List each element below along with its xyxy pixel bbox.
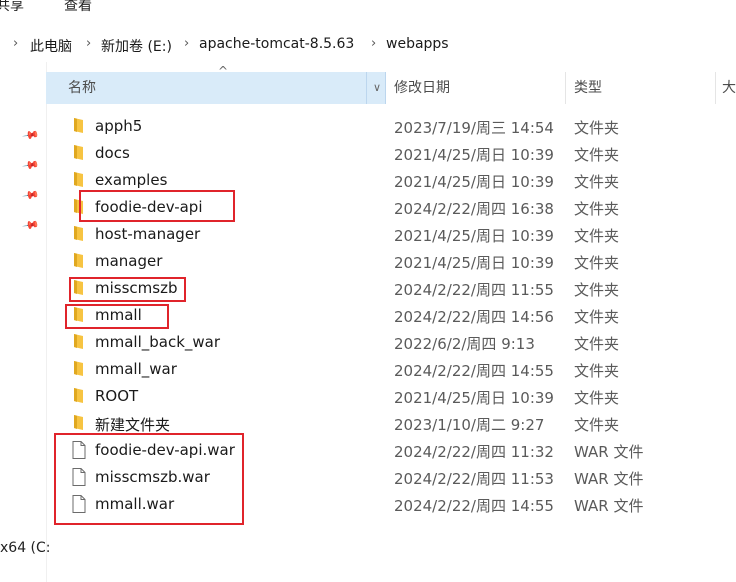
breadcrumb-tomcat[interactable]: apache-tomcat-8.5.63 <box>199 36 354 52</box>
chevron-right-icon[interactable]: › <box>86 36 91 51</box>
chevron-right-icon[interactable]: › <box>371 36 376 51</box>
file-name: manager <box>95 252 163 270</box>
folder-icon <box>72 252 86 270</box>
file-name: ROOT <box>95 387 139 405</box>
file-date: 2022/6/2/周四 9:13 <box>394 335 535 353</box>
file-date: 2021/4/25/周日 10:39 <box>394 173 554 191</box>
column-type[interactable]: 类型 <box>566 72 716 104</box>
pin-icon[interactable]: 📌 <box>22 126 41 145</box>
column-name-label: 名称 <box>68 80 96 96</box>
breadcrumb-webapps[interactable]: webapps <box>386 36 449 52</box>
navigation-pane: 📌 📌 📌 📌 <box>0 62 47 582</box>
file-name: docs <box>95 144 130 162</box>
nav-item-drive-c[interactable]: x64 (C: <box>0 540 51 556</box>
chevron-down-icon[interactable]: ∨ <box>366 72 387 104</box>
breadcrumb: › 此电脑 › 新加卷 (E:) › apache-tomcat-8.5.63 … <box>0 28 736 62</box>
ribbon-tabs: 共享 查看 <box>0 0 736 16</box>
file-date: 2021/4/25/周日 10:39 <box>394 227 554 245</box>
pin-icon[interactable]: 📌 <box>22 186 41 205</box>
file-type: 文件夹 <box>574 281 620 299</box>
file-date: 2024/2/22/周四 14:55 <box>394 362 554 380</box>
column-size[interactable]: 大 <box>716 72 736 104</box>
file-type: 文件夹 <box>574 362 620 380</box>
folder-icon <box>72 387 86 405</box>
folder-icon <box>72 117 86 135</box>
annotation-box <box>69 277 186 302</box>
annotation-box <box>54 433 244 525</box>
file-type: WAR 文件 <box>574 443 644 461</box>
column-date[interactable]: 修改日期 <box>386 72 566 104</box>
file-name: apph5 <box>95 117 143 135</box>
file-type: 文件夹 <box>574 254 620 272</box>
breadcrumb-drive-e[interactable]: 新加卷 (E:) <box>101 36 172 56</box>
folder-icon <box>72 360 86 378</box>
file-type: WAR 文件 <box>574 470 644 488</box>
breadcrumb-this-pc[interactable]: 此电脑 <box>30 36 72 56</box>
file-date: 2021/4/25/周日 10:39 <box>394 254 554 272</box>
folder-icon <box>72 144 86 162</box>
file-name: mmall_back_war <box>95 333 221 351</box>
chevron-right-icon[interactable]: › <box>184 36 189 51</box>
file-type: 文件夹 <box>574 389 620 407</box>
file-type: 文件夹 <box>574 227 620 245</box>
file-row[interactable]: apph5 2023/7/19/周三 14:54 文件夹 <box>46 113 736 140</box>
folder-icon <box>72 171 86 189</box>
file-date: 2024/2/22/周四 14:56 <box>394 308 554 326</box>
file-name: mmall_war <box>95 360 177 378</box>
file-date: 2024/2/22/周四 11:32 <box>394 443 554 461</box>
file-name: 新建文件夹 <box>95 416 171 434</box>
annotation-box <box>65 304 169 329</box>
column-name[interactable]: 名称 <box>46 72 386 104</box>
file-row[interactable]: mmall_back_war 2022/6/2/周四 9:13 文件夹 <box>46 329 736 356</box>
file-date: 2024/2/22/周四 11:53 <box>394 470 554 488</box>
file-row[interactable]: host-manager 2021/4/25/周日 10:39 文件夹 <box>46 221 736 248</box>
file-type: 文件夹 <box>574 335 620 353</box>
folder-icon <box>72 414 86 432</box>
folder-icon <box>72 225 86 243</box>
file-name: examples <box>95 171 168 189</box>
chevron-right-icon[interactable]: › <box>13 36 18 51</box>
file-date: 2024/2/22/周四 11:55 <box>394 281 554 299</box>
file-type: WAR 文件 <box>574 497 644 515</box>
file-date: 2024/2/22/周四 14:55 <box>394 497 554 515</box>
file-type: 文件夹 <box>574 200 620 218</box>
file-date: 2021/4/25/周日 10:39 <box>394 146 554 164</box>
sort-up-icon: ^ <box>218 64 229 78</box>
file-date: 2021/4/25/周日 10:39 <box>394 389 554 407</box>
file-row[interactable]: docs 2021/4/25/周日 10:39 文件夹 <box>46 140 736 167</box>
column-header: 名称 ^ ∨ 修改日期 类型 大 <box>46 64 736 104</box>
file-row[interactable]: ROOT 2021/4/25/周日 10:39 文件夹 <box>46 383 736 410</box>
file-type: 文件夹 <box>574 173 620 191</box>
pin-icon[interactable]: 📌 <box>22 216 41 235</box>
file-name: host-manager <box>95 225 201 243</box>
file-date: 2023/7/19/周三 14:54 <box>394 119 554 137</box>
pin-icon[interactable]: 📌 <box>22 156 41 175</box>
folder-icon <box>72 333 86 351</box>
file-date: 2024/2/22/周四 16:38 <box>394 200 554 218</box>
tab-view[interactable]: 查看 <box>64 0 92 15</box>
annotation-box <box>79 190 235 222</box>
file-type: 文件夹 <box>574 416 620 434</box>
file-row[interactable]: manager 2021/4/25/周日 10:39 文件夹 <box>46 248 736 275</box>
file-type: 文件夹 <box>574 119 620 137</box>
tab-share[interactable]: 共享 <box>0 0 24 15</box>
file-row[interactable]: mmall_war 2024/2/22/周四 14:55 文件夹 <box>46 356 736 383</box>
file-type: 文件夹 <box>574 308 620 326</box>
file-type: 文件夹 <box>574 146 620 164</box>
file-date: 2023/1/10/周二 9:27 <box>394 416 545 434</box>
